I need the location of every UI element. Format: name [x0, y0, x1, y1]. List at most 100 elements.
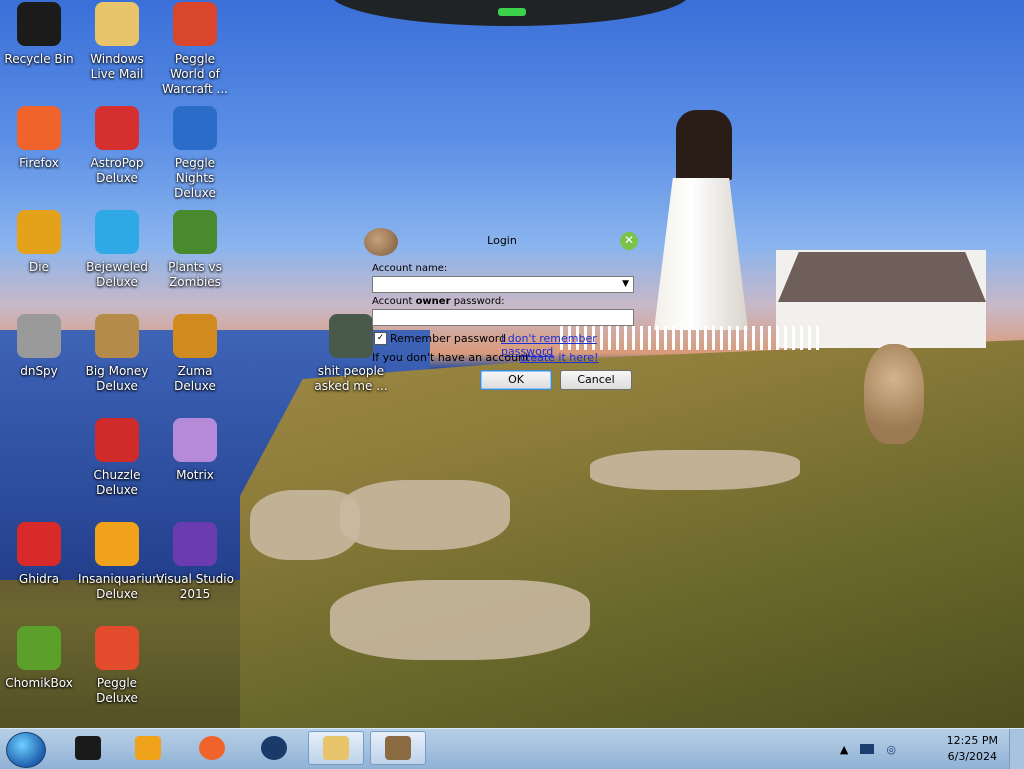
password-label-prefix: Account — [372, 296, 416, 307]
desktop-icon[interactable]: AstroPop Deluxe — [78, 106, 156, 186]
desktop-icon-label: Visual Studio 2015 — [156, 572, 234, 601]
desktop-icon[interactable]: Motrix — [156, 418, 234, 483]
taskbar-media-player[interactable] — [120, 731, 176, 765]
account-name-combobox[interactable]: ▼ — [372, 276, 634, 293]
start-button[interactable] — [6, 732, 46, 768]
desktop-icon[interactable]: Plants vs Zombies — [156, 210, 234, 290]
fish-icon — [95, 522, 139, 566]
gem-icon — [95, 210, 139, 254]
desktop-icon-label: Zuma Deluxe — [174, 364, 216, 393]
desktop-icon[interactable]: Firefox — [0, 106, 78, 171]
dialog-title: Login — [487, 234, 517, 247]
ghidra-icon — [17, 522, 61, 566]
remember-checkbox[interactable]: ✓ — [374, 332, 387, 345]
recycle-bin-icon — [75, 736, 101, 760]
peggle-icon — [173, 2, 217, 46]
password-field[interactable] — [372, 309, 634, 326]
recycle-bin-icon — [17, 2, 61, 46]
desktop-icon[interactable]: Insaniquarium Deluxe — [78, 522, 164, 602]
cancel-button[interactable]: Cancel — [560, 370, 632, 390]
hamster-mascot[interactable] — [864, 344, 924, 444]
chevron-up-icon[interactable]: ▲ — [840, 743, 848, 756]
chuzzle-icon — [95, 418, 139, 462]
taskbar: ▲ ◎ 12:25 PM 6/3/2024 — [0, 728, 1024, 769]
desktop-icon[interactable]: Ghidra — [0, 522, 78, 587]
desktop-icon-label: Die — [29, 260, 49, 274]
desktop-icon[interactable]: Windows Live Mail — [78, 2, 156, 82]
password-label: Account owner password: — [372, 296, 505, 307]
desktop-icon-label: Peggle Nights Deluxe — [174, 156, 216, 200]
desktop-icon-label: AstroPop Deluxe — [90, 156, 144, 185]
login-dialog: Login ✕ Account name: ▼ Account owner pa… — [364, 228, 640, 396]
dock-indicator — [498, 8, 526, 16]
taskbar-recycle-bin[interactable] — [60, 731, 116, 765]
desktop-icon-label: Big Money Deluxe — [85, 364, 149, 393]
house-roof — [778, 252, 986, 302]
desktop-icon[interactable]: Chuzzle Deluxe — [78, 418, 156, 498]
password-label-suffix: password: — [450, 296, 505, 307]
desktop-icon-label: Chuzzle Deluxe — [93, 468, 141, 497]
rock — [330, 580, 590, 660]
create-account-link[interactable]: create it here! — [520, 351, 598, 364]
peggle-nights-icon — [173, 106, 217, 150]
remember-label: Remember password — [390, 332, 507, 345]
plant-icon — [173, 210, 217, 254]
taskbar-globe[interactable] — [246, 731, 302, 765]
show-desktop-button[interactable] — [1009, 729, 1024, 769]
desktop-icon-label: ChomikBox — [5, 676, 73, 690]
firefox-icon — [17, 106, 61, 150]
desktop-icon-label: Insaniquarium Deluxe — [78, 572, 164, 601]
desktop-icon[interactable]: Die — [0, 210, 78, 275]
close-icon[interactable]: ✕ — [620, 232, 638, 250]
desktop-icon[interactable]: ChomikBox — [0, 626, 78, 691]
media-player-icon — [135, 736, 161, 760]
peggle-deluxe-icon — [95, 626, 139, 670]
folder-icon — [323, 736, 349, 760]
desktop-icon-label: Bejeweled Deluxe — [86, 260, 148, 289]
desktop-icon-label: Plants vs Zombies — [168, 260, 222, 289]
money-bag-icon — [95, 314, 139, 358]
password-label-bold: owner — [415, 296, 451, 307]
clock[interactable]: 12:25 PM 6/3/2024 — [947, 733, 998, 765]
desktop-icon[interactable]: Bejeweled Deluxe — [78, 210, 156, 290]
firefox-icon — [199, 736, 225, 760]
visual-studio-icon — [173, 522, 217, 566]
rock — [250, 490, 360, 560]
network-icon[interactable]: ◎ — [886, 743, 896, 756]
lighthouse-lamp — [676, 110, 732, 180]
clock-date: 6/3/2024 — [947, 750, 998, 763]
desktop-icon-label: Firefox — [19, 156, 59, 170]
taskbar-chomikbox[interactable] — [370, 731, 426, 765]
monitor-icon[interactable] — [860, 744, 875, 754]
ok-button[interactable]: OK — [480, 370, 552, 390]
globe-icon — [261, 736, 287, 760]
clock-time: 12:25 PM — [946, 734, 998, 747]
chevron-down-icon[interactable]: ▼ — [622, 279, 629, 289]
desktop-icon[interactable]: Big Money Deluxe — [78, 314, 156, 394]
lighthouse — [654, 178, 748, 330]
die-icon — [17, 210, 61, 254]
desktop-icon[interactable]: Peggle World of Warcraft ... — [156, 2, 234, 97]
desktop-icon[interactable]: Peggle Nights Deluxe — [156, 106, 234, 201]
motrix-icon — [173, 418, 217, 462]
desktop-icon[interactable]: Visual Studio 2015 — [156, 522, 234, 602]
rock — [590, 450, 800, 490]
desktop-icon[interactable]: dnSpy — [0, 314, 78, 379]
account-name-label: Account name: — [372, 263, 448, 274]
desktop-icon[interactable]: Peggle Deluxe — [78, 626, 156, 706]
no-account-text: If you don't have an account - — [372, 351, 537, 364]
desktop-icon[interactable]: Zuma Deluxe — [156, 314, 234, 394]
mail-icon — [95, 2, 139, 46]
desktop-icon-label: Peggle Deluxe — [96, 676, 138, 705]
desktop-icon-label: Motrix — [176, 468, 214, 482]
astropop-icon — [95, 106, 139, 150]
chomikbox-icon — [385, 736, 411, 760]
desktop-icon-label: dnSpy — [20, 364, 58, 378]
desktop-icon-label: Ghidra — [18, 572, 60, 586]
desktop-icon-label: Windows Live Mail — [90, 52, 144, 81]
taskbar-explorer[interactable] — [308, 731, 364, 765]
desktop-icon[interactable]: Recycle Bin — [0, 2, 78, 67]
taskbar-firefox[interactable] — [184, 731, 240, 765]
dnspy-icon — [17, 314, 61, 358]
desktop-icon-label: Peggle World of Warcraft ... — [162, 52, 228, 96]
